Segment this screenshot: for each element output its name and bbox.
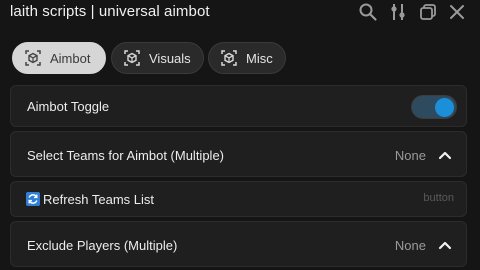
select-teams-label: Select Teams for Aimbot (Multiple)	[27, 148, 224, 163]
search-icon[interactable]	[358, 2, 378, 22]
close-icon[interactable]	[447, 2, 467, 22]
tab-visuals[interactable]: Visuals	[111, 42, 204, 74]
settings-sliders-icon[interactable]	[388, 2, 408, 22]
button-hint: button	[423, 192, 454, 204]
aimbot-toggle-row: Aimbot Toggle	[10, 85, 467, 127]
chevron-up-icon[interactable]	[438, 240, 452, 250]
tab-label: Aimbot	[50, 50, 91, 66]
exclude-players-label: Exclude Players (Multiple)	[27, 238, 178, 253]
select-teams-dropdown[interactable]: Select Teams for Aimbot (Multiple) None	[10, 131, 467, 177]
aimbot-toggle-label: Aimbot Toggle	[27, 99, 110, 114]
select-teams-value: None	[394, 148, 426, 163]
tab-label: Visuals	[149, 50, 191, 66]
cube-icon	[24, 49, 42, 67]
toggle-knob	[435, 98, 454, 117]
title-bar: laith scripts | universal aimbot	[0, 0, 480, 26]
exclude-players-value: None	[394, 238, 426, 253]
refresh-teams-button[interactable]: Refresh Teams List button	[10, 181, 467, 217]
refresh-icon	[26, 192, 40, 206]
tab-label: Misc	[246, 50, 273, 66]
tab-bar: Aimbot Visuals Misc	[0, 42, 480, 76]
tab-aimbot[interactable]: Aimbot	[12, 42, 106, 74]
exclude-players-dropdown[interactable]: Exclude Players (Multiple) None	[10, 221, 467, 267]
minimize-window-icon[interactable]	[418, 2, 438, 22]
chevron-up-icon[interactable]	[438, 150, 452, 160]
tab-misc[interactable]: Misc	[208, 42, 286, 74]
refresh-teams-label: Refresh Teams List	[43, 192, 155, 207]
window-title: laith scripts | universal aimbot	[10, 3, 210, 20]
cube-icon	[220, 49, 238, 67]
cube-icon	[123, 49, 141, 67]
aimbot-toggle-switch[interactable]	[411, 95, 457, 119]
